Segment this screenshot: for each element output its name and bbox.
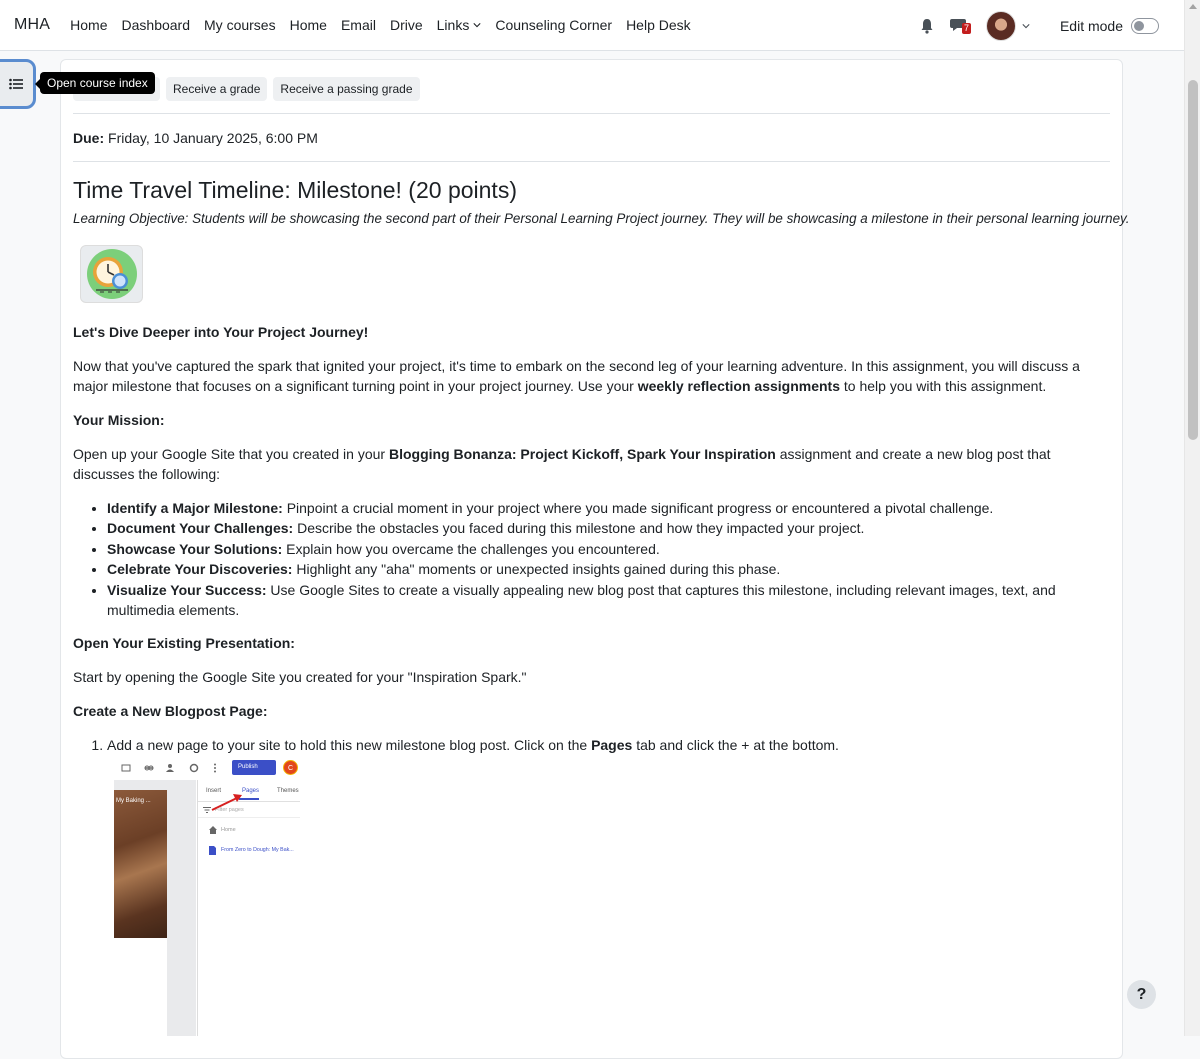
list-icon — [9, 78, 23, 90]
completion-pill-passing-grade: Receive a passing grade — [273, 77, 420, 101]
list-item: Visualize Your Success: Use Google Sites… — [107, 580, 1110, 621]
top-navbar: MHA Home Dashboard My courses Home Email… — [0, 0, 1184, 51]
page-title: Time Travel Timeline: Milestone! (20 poi… — [73, 177, 517, 203]
list-item: Add a new page to your site to hold this… — [107, 735, 1110, 755]
scroll-up-arrow-icon[interactable] — [1189, 4, 1197, 9]
site-brand[interactable]: MHA — [14, 16, 50, 34]
page-home-label: Home — [221, 827, 236, 833]
steps-list: Add a new page to your site to hold this… — [73, 735, 1110, 755]
heading-create-page: Create a New Blogpost Page: — [73, 703, 268, 719]
nav-help-desk[interactable]: Help Desk — [626, 17, 691, 33]
divider — [73, 161, 1110, 162]
mission-text: Open up your Google Site that you create… — [73, 446, 389, 462]
due-date: Due: Friday, 10 January 2025, 6:00 PM — [73, 128, 318, 148]
course-index-tooltip: Open course index — [35, 72, 155, 94]
navbar-user-area: 7 Edit mode — [920, 0, 1184, 51]
list-item: Celebrate Your Discoveries: Highlight an… — [107, 559, 1110, 579]
bullet-text: Highlight any "aha" moments or unexpecte… — [292, 561, 781, 578]
pages-panel: Insert Pages Themes Filter pages Home Fr… — [197, 780, 300, 1036]
account-initial: C — [287, 765, 294, 772]
page-scrollbar[interactable] — [1184, 0, 1200, 1036]
intro-paragraph: Now that you've captured the spark that … — [73, 356, 1110, 396]
nav-drive[interactable]: Drive — [390, 17, 423, 33]
more-vert-icon — [214, 763, 216, 773]
heading-dive-deeper: Let's Dive Deeper into Your Project Jour… — [73, 324, 369, 340]
bullet-term: Showcase Your Solutions: — [107, 540, 283, 557]
step-text: Add a new page to your site to hold this… — [107, 737, 592, 753]
edit-mode-label: Edit mode — [1059, 17, 1123, 34]
list-item: Identify a Major Milestone: Pinpoint a c… — [107, 498, 1110, 518]
account-avatar: C — [283, 760, 298, 775]
cookie-photo: My Baking ... — [114, 790, 167, 938]
red-arrow-annotation — [211, 794, 242, 811]
heading-open-presentation: Open Your Existing Presentation: — [73, 635, 295, 651]
home-icon — [209, 826, 217, 834]
divider — [73, 113, 1110, 114]
nav-counseling-corner[interactable]: Counseling Corner — [495, 17, 612, 33]
page-blog-label: From Zero to Dough: My Bak... — [221, 847, 294, 853]
panel-divider — [198, 817, 300, 818]
heading-mission: Your Mission: — [73, 412, 165, 428]
edit-mode-toggle[interactable] — [1131, 17, 1159, 34]
intro-text-end: to help you with this assignment. — [840, 378, 1047, 394]
clock-illustration — [80, 245, 143, 303]
nav-my-courses[interactable]: My courses — [204, 17, 276, 33]
message-count-badge: 7 — [961, 22, 971, 34]
user-avatar[interactable] — [985, 10, 1016, 41]
google-sites-screenshot: Publish C My Baking ... Insert Pages The… — [114, 756, 300, 1036]
gear-icon — [189, 763, 199, 773]
nav-home-2[interactable]: Home — [290, 17, 327, 33]
step-text-end: tab and click the + at the bottom. — [632, 737, 839, 753]
nav-links[interactable]: Links — [437, 17, 482, 33]
bullet-text: Explain how you overcame the challenges … — [282, 540, 660, 557]
mission-paragraph: Open up your Google Site that you create… — [73, 444, 1110, 484]
page-icon — [209, 846, 216, 855]
tab-themes: Themes — [277, 788, 299, 794]
due-label: Due: — [73, 130, 105, 146]
list-item: Showcase Your Solutions: Explain how you… — [107, 539, 1110, 559]
mission-bullet-list: Identify a Major Milestone: Pinpoint a c… — [73, 498, 1110, 620]
chevron-down-icon — [473, 23, 481, 28]
bell-icon[interactable] — [920, 18, 934, 34]
chevron-down-icon[interactable] — [1022, 22, 1030, 30]
preview-icon — [121, 764, 131, 772]
nav-dashboard[interactable]: Dashboard — [122, 17, 191, 33]
bullet-term: Identify a Major Milestone: — [107, 500, 283, 516]
add-person-icon — [166, 764, 174, 772]
scrollbar-thumb[interactable] — [1188, 80, 1198, 440]
due-value: Friday, 10 January 2025, 6:00 PM — [108, 130, 318, 146]
publish-label: Publish — [238, 764, 258, 770]
intro-bold-text: weekly reflection assignments — [637, 378, 841, 394]
canvas-white-strip — [114, 938, 167, 1036]
learning-objective: Learning Objective: Students will be sho… — [73, 211, 1130, 226]
clock-icon — [86, 249, 137, 299]
step-bold-text: Pages — [591, 737, 633, 753]
mission-bold-text: Blogging Bonanza: Project Kickoff, Spark… — [388, 446, 776, 462]
link-icon — [144, 765, 154, 771]
completion-pill-grade: Receive a grade — [166, 77, 268, 101]
bullet-term: Document Your Challenges: — [107, 520, 294, 537]
bullet-text: Describe the obstacles you faced during … — [293, 520, 865, 537]
open-course-index-button[interactable] — [0, 59, 36, 109]
publish-button: Publish — [232, 760, 276, 775]
bullet-text: Pinpoint a crucial moment in your projec… — [282, 500, 994, 516]
nav-email[interactable]: Email — [341, 17, 376, 33]
bullet-term: Celebrate Your Discoveries: — [107, 561, 293, 578]
open-presentation-text: Start by opening the Google Site you cre… — [73, 669, 527, 685]
nav-home[interactable]: Home — [70, 17, 107, 33]
help-button[interactable]: ? — [1127, 980, 1156, 1009]
site-title-fragment: My Baking ... — [116, 798, 151, 804]
messages-button[interactable]: 7 — [949, 17, 972, 35]
nav-links-label: Links — [436, 17, 470, 33]
list-item: Document Your Challenges: Describe the o… — [107, 518, 1110, 538]
bullet-term: Visualize Your Success: — [107, 581, 267, 598]
